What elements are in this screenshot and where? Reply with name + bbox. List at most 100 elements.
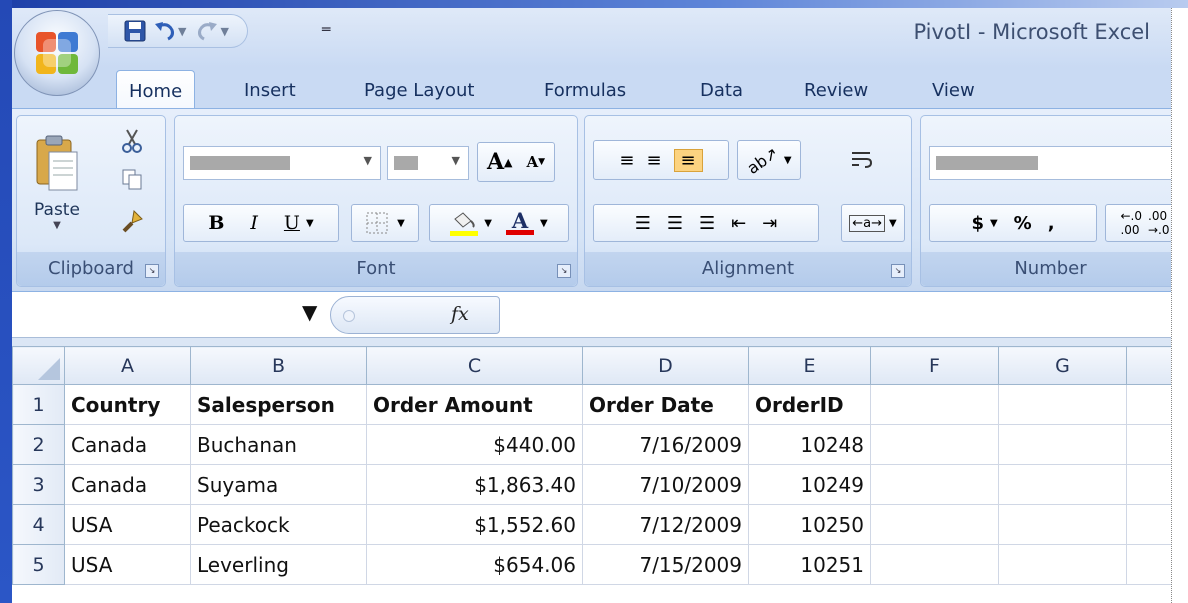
column-header-e[interactable]: E xyxy=(748,346,871,385)
bold-button[interactable]: B xyxy=(208,212,224,234)
tab-review[interactable]: Review xyxy=(804,80,868,101)
cell-g2[interactable] xyxy=(998,424,1127,465)
percent-button[interactable]: % xyxy=(1014,213,1032,234)
cell-d2[interactable]: 7/16/2009 xyxy=(582,424,749,465)
cell-g3[interactable] xyxy=(998,464,1127,505)
cell-d5[interactable]: 7/15/2009 xyxy=(582,544,749,585)
redo-button[interactable] xyxy=(192,17,222,45)
orientation-button[interactable]: ab↗ ▼ xyxy=(737,140,801,180)
column-header-c[interactable]: C xyxy=(366,346,583,385)
cell-e5[interactable]: 10251 xyxy=(748,544,871,585)
number-format-combo[interactable] xyxy=(929,146,1171,180)
cell-a1[interactable]: Country xyxy=(64,384,191,425)
cell-b4[interactable]: Peackock xyxy=(190,504,367,545)
cell-c3[interactable]: $1,863.40 xyxy=(366,464,583,505)
tab-insert[interactable]: Insert xyxy=(244,80,296,101)
fill-color-button[interactable] xyxy=(450,211,479,236)
bottom-align-button[interactable]: ≡ xyxy=(673,148,703,172)
increase-indent-button[interactable]: ⇥ xyxy=(762,213,777,234)
merge-center-button[interactable]: ←a→ ▼ xyxy=(841,204,905,242)
wrap-text-button[interactable] xyxy=(843,140,879,180)
format-painter-button[interactable] xyxy=(117,206,147,236)
cell-f2[interactable] xyxy=(870,424,999,465)
cell-c5[interactable]: $654.06 xyxy=(366,544,583,585)
middle-align-button[interactable]: ≡ xyxy=(646,150,661,171)
formula-bar-expand-handle[interactable] xyxy=(343,310,355,322)
row-header[interactable]: 4 xyxy=(12,504,65,545)
cell-d1[interactable]: Order Date xyxy=(582,384,749,425)
font-dialog-launcher[interactable]: ↘ xyxy=(557,264,571,278)
cell-f3[interactable] xyxy=(870,464,999,505)
cell-f4[interactable] xyxy=(870,504,999,545)
name-box-dropdown-icon[interactable]: ▼ xyxy=(302,300,317,324)
font-name-combo[interactable]: ▼ xyxy=(183,146,381,180)
cut-button[interactable] xyxy=(117,126,147,156)
cell-a3[interactable]: Canada xyxy=(64,464,191,505)
font-size-combo[interactable]: ▼ xyxy=(387,146,469,180)
cell-g4[interactable] xyxy=(998,504,1127,545)
underline-button[interactable]: U xyxy=(284,212,300,234)
cell-g1[interactable] xyxy=(998,384,1127,425)
cell-h1[interactable] xyxy=(1126,384,1171,425)
shrink-font-button[interactable]: A xyxy=(526,153,538,171)
tab-data[interactable]: Data xyxy=(700,80,743,101)
cell-e4[interactable]: 10250 xyxy=(748,504,871,545)
cell-f1[interactable] xyxy=(870,384,999,425)
cell-e2[interactable]: 10248 xyxy=(748,424,871,465)
tab-formulas[interactable]: Formulas xyxy=(544,80,626,101)
insert-function-button[interactable]: fx xyxy=(451,303,469,325)
cell-h3[interactable] xyxy=(1126,464,1171,505)
select-all-button[interactable] xyxy=(12,346,65,385)
redo-dropdown-icon[interactable]: ▼ xyxy=(220,25,228,38)
tab-page-layout[interactable]: Page Layout xyxy=(364,80,475,101)
cell-b2[interactable]: Buchanan xyxy=(190,424,367,465)
cell-h2[interactable] xyxy=(1126,424,1171,465)
undo-button[interactable] xyxy=(150,17,180,45)
cell-e3[interactable]: 10249 xyxy=(748,464,871,505)
cell-c1[interactable]: Order Amount xyxy=(366,384,583,425)
row-header[interactable]: 3 xyxy=(12,464,65,505)
grow-font-button[interactable]: A xyxy=(487,149,504,175)
cell-g5[interactable] xyxy=(998,544,1127,585)
column-header-h[interactable] xyxy=(1126,346,1171,385)
cell-h5[interactable] xyxy=(1126,544,1171,585)
row-header[interactable]: 2 xyxy=(12,424,65,465)
row-header[interactable]: 5 xyxy=(12,544,65,585)
cell-d4[interactable]: 7/12/2009 xyxy=(582,504,749,545)
column-header-d[interactable]: D xyxy=(582,346,749,385)
column-header-b[interactable]: B xyxy=(190,346,367,385)
cell-a4[interactable]: USA xyxy=(64,504,191,545)
paste-button[interactable]: Paste ▼ xyxy=(27,122,87,242)
save-button[interactable] xyxy=(120,17,150,45)
tab-home[interactable]: Home xyxy=(116,70,196,110)
top-align-button[interactable]: ≡ xyxy=(619,150,634,171)
cell-b3[interactable]: Suyama xyxy=(190,464,367,505)
tab-view[interactable]: View xyxy=(932,80,975,101)
cell-c2[interactable]: $440.00 xyxy=(366,424,583,465)
office-button[interactable] xyxy=(14,10,100,96)
customize-icon[interactable]: ═ xyxy=(322,22,330,38)
formula-input[interactable] xyxy=(502,296,1171,334)
italic-button[interactable]: I xyxy=(250,212,258,234)
borders-button[interactable]: ▼ xyxy=(351,204,419,242)
comma-button[interactable]: , xyxy=(1048,213,1055,234)
cell-b1[interactable]: Salesperson xyxy=(190,384,367,425)
align-center-button[interactable]: ☰ xyxy=(667,213,683,234)
decrease-decimal-button[interactable]: .00 →.0 xyxy=(1148,209,1170,237)
cell-e1[interactable]: OrderID xyxy=(748,384,871,425)
column-header-f[interactable]: F xyxy=(870,346,999,385)
cell-h4[interactable] xyxy=(1126,504,1171,545)
column-header-a[interactable]: A xyxy=(64,346,191,385)
column-header-g[interactable]: G xyxy=(998,346,1127,385)
increase-decimal-button[interactable]: ←.0.00 xyxy=(1120,209,1142,237)
copy-button[interactable] xyxy=(117,164,147,194)
cell-d3[interactable]: 7/10/2009 xyxy=(582,464,749,505)
cell-f5[interactable] xyxy=(870,544,999,585)
currency-button[interactable]: $ xyxy=(971,213,984,234)
alignment-dialog-launcher[interactable]: ↘ xyxy=(891,264,905,278)
row-header[interactable]: 1 xyxy=(12,384,65,425)
align-right-button[interactable]: ☰ xyxy=(699,213,715,234)
cell-b5[interactable]: Leverling xyxy=(190,544,367,585)
cell-c4[interactable]: $1,552.60 xyxy=(366,504,583,545)
cell-a2[interactable]: Canada xyxy=(64,424,191,465)
